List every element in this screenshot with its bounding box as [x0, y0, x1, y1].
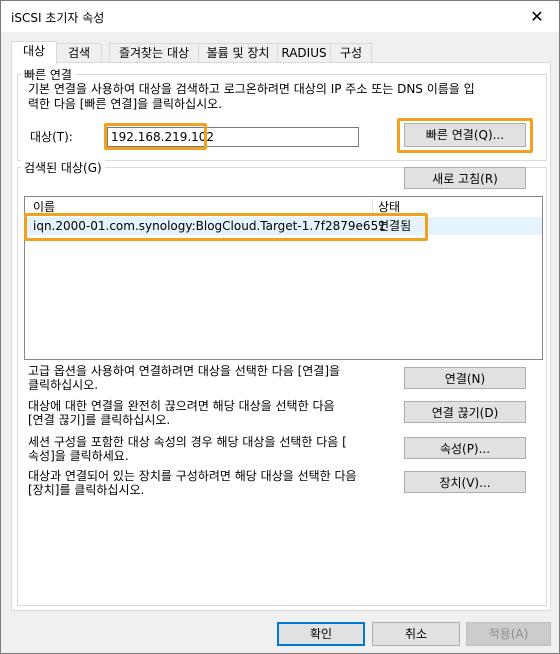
- target-status-cell: 연결됨: [378, 219, 412, 233]
- target-label: 대상(T):: [30, 130, 73, 144]
- discovered-targets-group-label: 검색된 대상(G): [21, 159, 105, 176]
- tab-targets[interactable]: 대상: [11, 41, 57, 64]
- tab-volumes-devices[interactable]: 볼륨 및 장치: [198, 43, 278, 63]
- properties-description-2: 속성]을 클릭하세요.: [28, 449, 129, 463]
- tab-configuration[interactable]: 구성: [330, 43, 372, 63]
- cancel-button[interactable]: 취소: [372, 622, 460, 646]
- target-input[interactable]: 192.168.219.102: [107, 127, 359, 147]
- connect-button[interactable]: 연결(N): [404, 367, 526, 389]
- close-icon[interactable]: ✕: [515, 1, 559, 32]
- column-divider: [372, 199, 373, 215]
- column-header-status[interactable]: 상태: [378, 197, 400, 217]
- tab-radius[interactable]: RADIUS: [277, 43, 331, 63]
- targets-list: 이름 상태 iqn.2000-01.com.synology:BlogCloud…: [24, 196, 543, 360]
- target-name-cell: iqn.2000-01.com.synology:BlogCloud.Targe…: [33, 219, 386, 233]
- dialog-window: iSCSI 초기자 속성 ✕ 대상 검색 즐겨찾는 대상 볼륨 및 장치 RAD…: [0, 0, 560, 654]
- column-header-name[interactable]: 이름: [33, 197, 55, 217]
- devices-button[interactable]: 장치(V)...: [404, 471, 526, 493]
- connect-description-1: 고급 옵션을 사용하여 연결하려면 대상을 선택한 다음 [연결]을: [28, 364, 341, 378]
- quick-connect-button[interactable]: 빠른 연결(Q)...: [404, 123, 526, 147]
- window-title: iSCSI 초기자 속성: [11, 11, 105, 25]
- connect-description-2: 클릭하십시오.: [28, 378, 99, 392]
- table-row[interactable]: iqn.2000-01.com.synology:BlogCloud.Targe…: [25, 217, 542, 235]
- properties-description-1: 세션 구성을 포함한 대상 속성의 경우 해당 대상을 선택한 다음 [: [28, 435, 347, 449]
- disconnect-description-1: 대상에 대한 연결을 완전히 끊으려면 해당 대상을 선택한 다음: [28, 399, 335, 413]
- refresh-button[interactable]: 새로 고침(R): [404, 167, 526, 189]
- disconnect-description-2: [연결 끊기]를 클릭하십시오.: [28, 413, 171, 427]
- ok-button[interactable]: 확인: [277, 622, 365, 646]
- devices-description-1: 대상과 연결되어 있는 장치를 구성하려면 해당 대상을 선택한 다음: [28, 469, 357, 483]
- tab-panel: 빠른 연결 기본 연결을 사용하여 대상을 검색하고 로그온하려면 대상의 IP…: [11, 62, 551, 611]
- apply-button[interactable]: 적용(A): [466, 622, 551, 646]
- title-bar[interactable]: iSCSI 초기자 속성 ✕: [1, 1, 559, 32]
- devices-description-2: [장치]를 클릭하십시오.: [28, 483, 145, 497]
- quick-connect-description-1: 기본 연결을 사용하여 대상을 검색하고 로그온하려면 대상의 IP 주소 또는…: [28, 82, 475, 96]
- tab-discovery[interactable]: 검색: [56, 43, 102, 63]
- quick-connect-description-2: 력한 다음 [빠른 연결]을 클릭하십시오.: [28, 97, 223, 111]
- quick-connect-group-label: 빠른 연결: [21, 66, 75, 83]
- tab-favorite-targets[interactable]: 즐겨찾는 대상: [109, 43, 199, 63]
- disconnect-button[interactable]: 연결 끊기(D): [404, 401, 526, 423]
- properties-button[interactable]: 속성(P)...: [404, 437, 526, 459]
